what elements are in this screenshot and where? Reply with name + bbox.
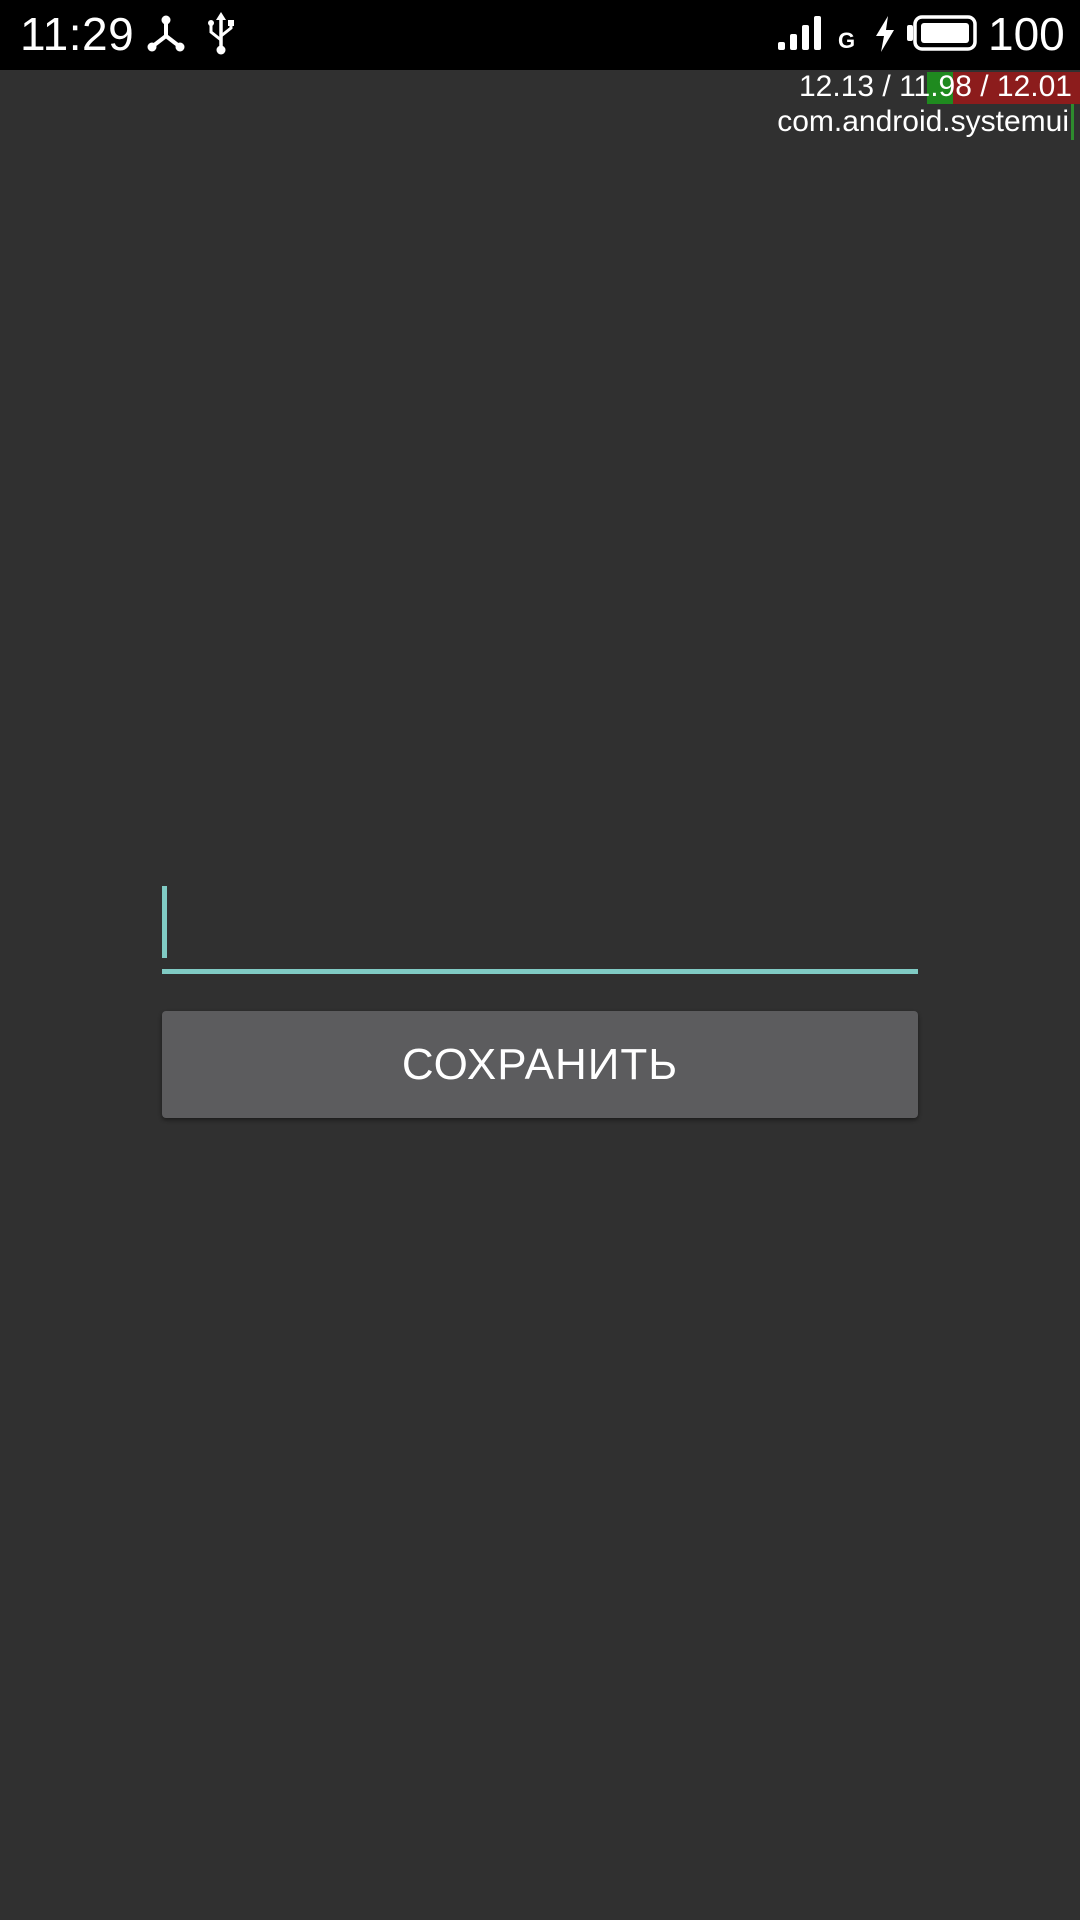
cpu-usage-overlay: 12.13 / 11.98 / 12.01 com.android.system… [777, 70, 1080, 140]
text-cursor [162, 886, 167, 958]
battery-level: 100 [988, 8, 1065, 60]
signal-icon [778, 16, 821, 50]
status-bar: 11:29 G 100 [0, 0, 1080, 70]
text-input[interactable] [162, 880, 918, 974]
status-time: 11:29 [20, 8, 135, 60]
usb-icon [208, 12, 234, 55]
cpu-load-readout: 12.13 / 11.98 / 12.01 [797, 70, 1080, 104]
process-name: com.android.systemui [777, 104, 1074, 140]
usb-debug-icon [147, 15, 185, 52]
battery-icon [907, 15, 977, 51]
cpu-load-text: 12.13 / 11.98 / 12.01 [798, 70, 1072, 103]
network-type-label: G [838, 28, 856, 53]
charging-icon [876, 16, 894, 52]
save-button[interactable]: СОХРАНИТЬ [162, 1011, 918, 1118]
text-input-underline [162, 969, 918, 974]
